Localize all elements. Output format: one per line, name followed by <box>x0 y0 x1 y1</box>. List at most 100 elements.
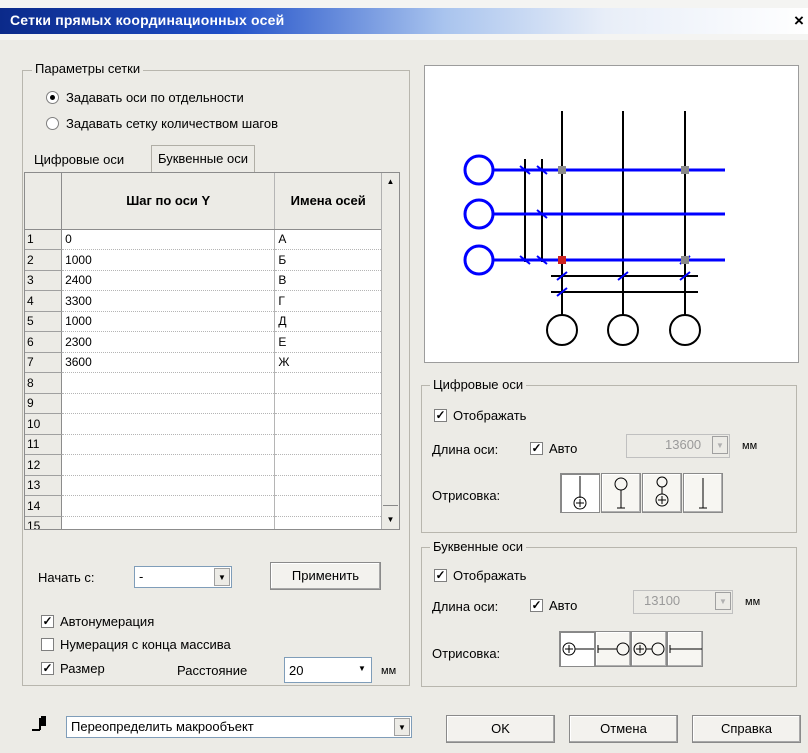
start-from-select[interactable]: - ▼ <box>134 566 232 588</box>
cancel-button[interactable]: Отмена <box>569 715 678 743</box>
col-header-step[interactable]: Шаг по оси Y <box>61 173 276 230</box>
radio-separate-label: Задавать оси по отдельности <box>66 90 244 105</box>
axis-name-cell[interactable]: В <box>274 270 382 291</box>
table-row[interactable]: 7 3600 Ж <box>25 352 382 373</box>
bubble-style-icon[interactable] <box>631 631 667 667</box>
checkbox-empty-icon <box>41 638 54 651</box>
radio-steps-count[interactable]: Задавать сетку количеством шагов <box>46 116 278 131</box>
step-cell[interactable] <box>61 413 276 435</box>
letter-length-select[interactable]: 13100 ▼ <box>633 590 733 614</box>
tab-digital-axes[interactable]: Цифровые оси <box>28 149 130 173</box>
table-row[interactable]: 9 <box>25 393 382 414</box>
help-button[interactable]: Справка <box>692 715 801 743</box>
dropdown-arrow-icon[interactable]: ▼ <box>214 568 230 586</box>
dropdown-arrow-icon[interactable]: ▼ <box>715 592 731 610</box>
table-row[interactable]: 3 2400 В <box>25 270 382 291</box>
row-number: 15 <box>25 516 63 529</box>
row-number: 14 <box>25 495 63 517</box>
table-row[interactable]: 10 <box>25 413 382 435</box>
step-cell[interactable]: 3600 <box>61 352 276 373</box>
axes-table[interactable]: Шаг по оси Y Имена осей 1 0 А 2 1000 Б 3 2400 В 4… <box>24 172 400 530</box>
axis-name-cell[interactable] <box>274 516 382 529</box>
table-row[interactable]: 6 2300 Е <box>25 331 382 353</box>
axis-name-cell[interactable] <box>274 413 382 435</box>
table-row[interactable]: 8 <box>25 372 382 394</box>
letter-auto-checkbox[interactable]: ✓ Авто <box>530 598 577 613</box>
step-cell[interactable] <box>61 475 276 496</box>
autonum-label: Автонумерация <box>60 614 155 629</box>
letter-length-value: 13100 <box>644 593 681 608</box>
radio-separate-axes[interactable]: Задавать оси по отдельности <box>46 90 244 105</box>
bubble-style-icon[interactable] <box>559 631 595 667</box>
bubble-style-icon[interactable] <box>667 631 703 667</box>
table-row[interactable]: 11 <box>25 434 382 455</box>
row-number: 2 <box>25 249 63 271</box>
apply-button[interactable]: Применить <box>270 562 381 590</box>
table-row[interactable]: 5 1000 Д <box>25 311 382 332</box>
table-row[interactable]: 10А <box>25 229 382 250</box>
step-cell[interactable] <box>61 495 276 517</box>
step-cell[interactable] <box>61 393 276 414</box>
bubble-style-icon[interactable] <box>560 473 600 513</box>
step-cell[interactable] <box>61 434 276 455</box>
step-cell[interactable]: 2300 <box>61 331 276 353</box>
axis-name-cell[interactable] <box>274 372 382 394</box>
close-icon[interactable]: × <box>790 12 808 32</box>
digital-auto-checkbox[interactable]: ✓ Авто <box>530 441 577 456</box>
table-row[interactable]: 2 1000 Б <box>25 249 382 271</box>
table-row[interactable]: 15 <box>25 516 382 529</box>
step-cell[interactable]: 1000 <box>61 311 276 332</box>
table-row[interactable]: 4 3300 Г <box>25 290 382 312</box>
col-header-names[interactable]: Имена осей <box>274 173 382 230</box>
size-checkbox[interactable]: ✓ Размер <box>41 661 105 676</box>
axis-name-cell[interactable]: Е <box>274 331 382 353</box>
step-cell[interactable] <box>61 454 276 476</box>
axis-name-cell[interactable] <box>274 393 382 414</box>
table-row[interactable]: 12 <box>25 454 382 476</box>
axis-name-cell[interactable]: А <box>274 229 382 250</box>
step-cell[interactable]: 0 <box>61 229 276 250</box>
tab-letter-axes[interactable]: Буквенные оси <box>151 145 255 173</box>
dropdown-arrow-icon[interactable]: ▼ <box>354 659 370 681</box>
macro-value: Переопределить макрообъект <box>71 719 254 734</box>
digital-show-label: Отображать <box>453 408 527 423</box>
axis-name-cell[interactable]: Г <box>274 290 382 312</box>
digital-show-checkbox[interactable]: ✓ Отображать <box>434 408 526 423</box>
from-end-checkbox[interactable]: Нумерация с конца массива <box>41 637 231 652</box>
axes-grid: Шаг по оси Y Имена осей 1 0 А 2 1000 Б 3 2400 В 4… <box>25 173 382 529</box>
axis-name-cell[interactable] <box>274 434 382 455</box>
step-cell[interactable]: 3300 <box>61 290 276 312</box>
distance-label: Расстояние <box>177 663 248 678</box>
axis-name-cell[interactable] <box>274 454 382 476</box>
table-row[interactable]: 14 <box>25 495 382 517</box>
axis-name-cell[interactable]: Б <box>274 249 382 271</box>
table-scrollbar[interactable]: ▲ ▼ <box>381 173 399 529</box>
bubble-style-icon[interactable] <box>642 473 682 513</box>
step-cell[interactable] <box>61 372 276 394</box>
checkbox-checked-icon: ✓ <box>530 598 543 612</box>
bubble-style-icon[interactable] <box>601 473 641 513</box>
macro-select[interactable]: Переопределить макрообъект ▼ <box>66 716 412 738</box>
scroll-thumb[interactable] <box>383 191 398 506</box>
scroll-up-icon[interactable]: ▲ <box>383 175 398 189</box>
autonum-checkbox[interactable]: ✓ Автонумерация <box>41 614 154 629</box>
step-cell[interactable] <box>61 516 276 529</box>
axis-name-cell[interactable] <box>274 495 382 517</box>
distance-select[interactable]: 20 ▼ <box>284 657 372 683</box>
digital-length-value: 13600 <box>665 437 702 452</box>
step-cell[interactable]: 1000 <box>61 249 276 271</box>
ok-button[interactable]: OK <box>446 715 555 743</box>
axis-name-cell[interactable]: Д <box>274 311 382 332</box>
digital-length-select[interactable]: 13600 ▼ <box>626 434 730 458</box>
bubble-style-icon[interactable] <box>595 631 631 667</box>
step-cell[interactable]: 2400 <box>61 270 276 291</box>
letter-show-checkbox[interactable]: ✓ Отображать <box>434 568 526 583</box>
bubble-style-icon[interactable] <box>683 473 723 513</box>
axis-name-cell[interactable]: Ж <box>274 352 382 373</box>
dropdown-arrow-icon[interactable]: ▼ <box>712 436 728 454</box>
digital-axes-label: Цифровые оси <box>430 377 527 392</box>
axis-name-cell[interactable] <box>274 475 382 496</box>
dropdown-arrow-icon[interactable]: ▼ <box>394 718 410 736</box>
table-row[interactable]: 13 <box>25 475 382 496</box>
scroll-down-icon[interactable]: ▼ <box>383 513 398 527</box>
